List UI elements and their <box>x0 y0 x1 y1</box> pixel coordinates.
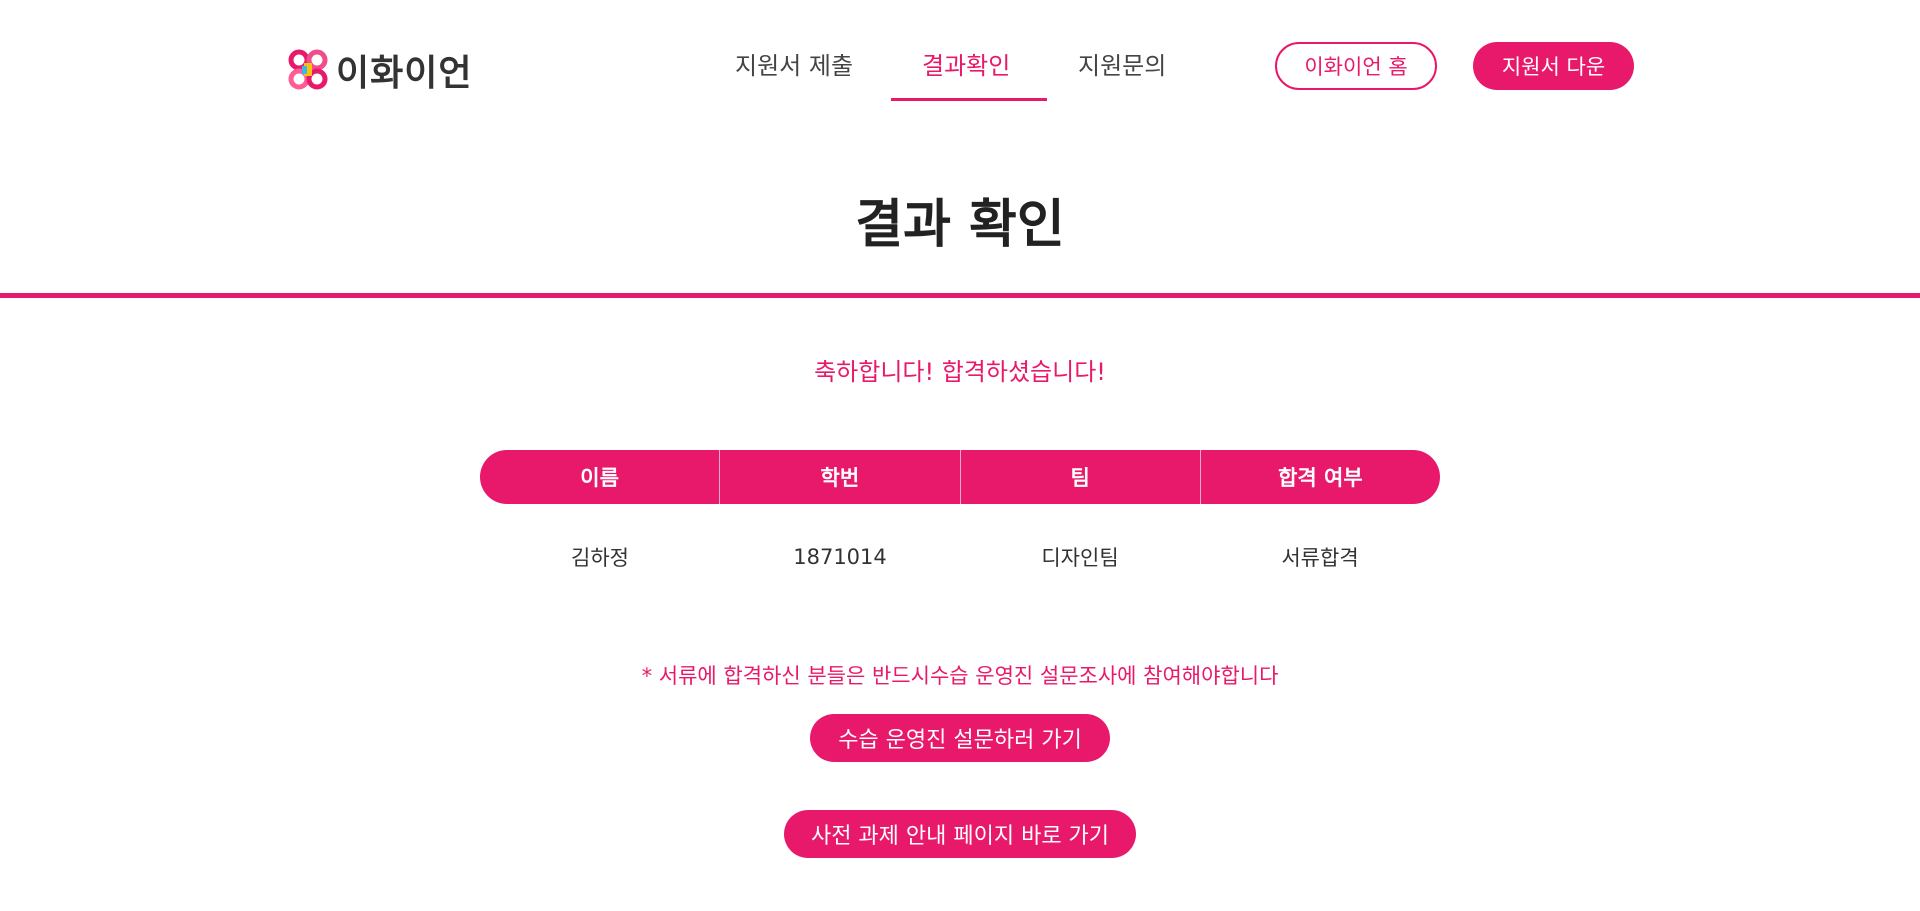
site-header: 이화이언 지원서 제출 결과확인 지원문의 이화이언 홈 지원서 다운 <box>0 0 1920 110</box>
home-button[interactable]: 이화이언 홈 <box>1275 42 1437 90</box>
survey-button[interactable]: 수습 운영진 설문하러 가기 <box>810 714 1110 762</box>
cell-team: 디자인팀 <box>1041 546 1119 570</box>
nav-inquiry[interactable]: 지원문의 <box>1078 46 1166 81</box>
active-nav-indicator <box>891 98 1047 101</box>
table-row: 김하정 1871014 디자인팀 서류합격 <box>480 530 1440 584</box>
table-header: 이름 학번 팀 합격 여부 <box>480 450 1440 504</box>
header-student-id: 학번 <box>719 450 959 504</box>
page-title: 결과 확인 <box>855 195 1065 255</box>
logo-text: 이화이언 <box>336 53 473 94</box>
nav-result[interactable]: 결과확인 <box>922 46 1010 81</box>
survey-notice: * 서류에 합격하신 분들은 반드시수습 운영진 설문조사에 참여해야합니다 <box>641 664 1279 688</box>
logo[interactable]: 이화이언 <box>288 48 472 94</box>
pre-task-guide-button[interactable]: 사전 과제 안내 페이지 바로 가기 <box>784 810 1136 858</box>
cell-name: 김하정 <box>571 546 629 570</box>
cell-student-id: 1871014 <box>793 545 887 569</box>
result-table: 이름 학번 팀 합격 여부 김하정 1871014 디자인팀 서류합격 <box>480 450 1440 584</box>
congrats-message: 축하합니다! 합격하셨습니다! <box>814 358 1106 386</box>
header-pass-status: 합격 여부 <box>1199 450 1440 504</box>
header-team: 팀 <box>959 450 1200 504</box>
nav-apply[interactable]: 지원서 제출 <box>735 46 853 81</box>
section-divider <box>0 293 1920 298</box>
header-name: 이름 <box>580 466 619 490</box>
ewhaian-logo-icon <box>288 49 328 90</box>
download-application-button[interactable]: 지원서 다운 <box>1473 42 1634 90</box>
cell-pass-status: 서류합격 <box>1281 546 1359 570</box>
